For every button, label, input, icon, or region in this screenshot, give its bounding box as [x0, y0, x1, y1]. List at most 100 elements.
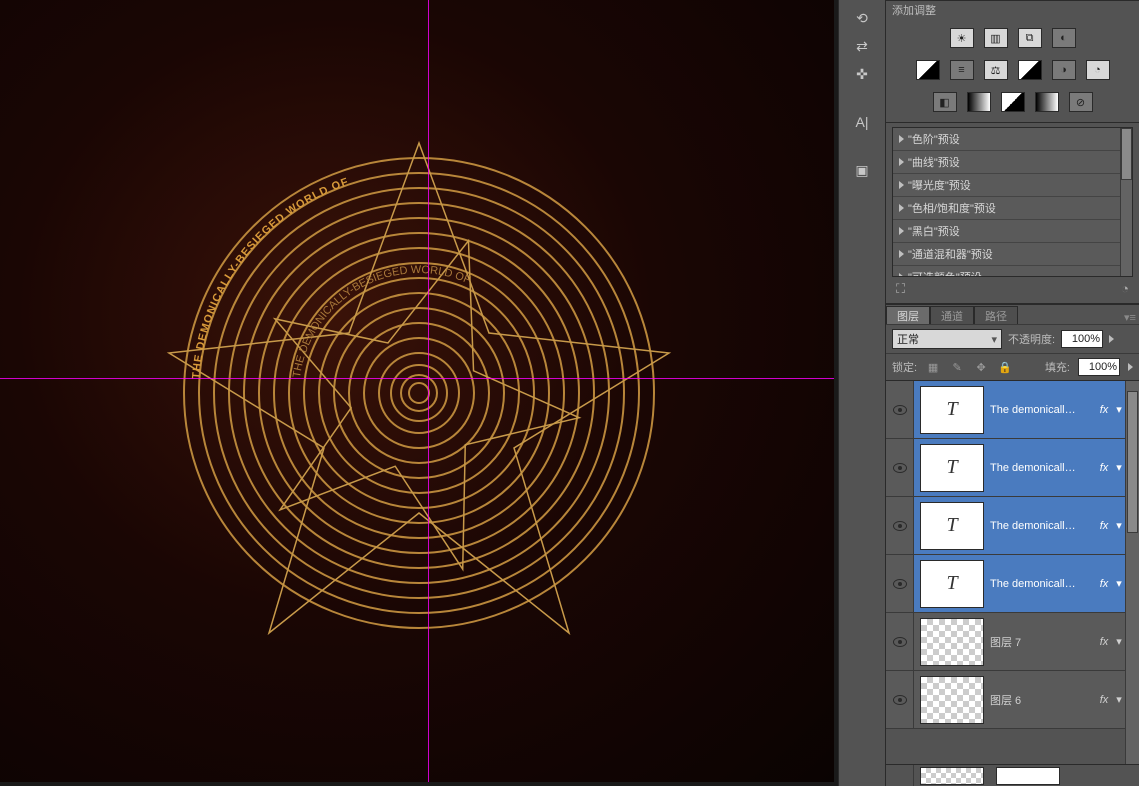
- layer-thumbnail[interactable]: T: [920, 560, 984, 608]
- adjustment-presets: "色阶"预设 "曲线"预设"曝光度"预设"色相/饱和度"预设 "黑白"预设 "通道混和…: [892, 127, 1133, 277]
- guide-horizontal[interactable]: [0, 378, 838, 379]
- preset-label: "通道混和器"预设: [908, 246, 993, 262]
- gradient-map-icon[interactable]: [1035, 92, 1059, 112]
- layer-thumbnail[interactable]: [920, 618, 984, 666]
- lock-all-icon[interactable]: 🔒: [997, 359, 1013, 375]
- partial-thumb-2: [996, 767, 1060, 785]
- clip-icon[interactable]: ◔: [1121, 281, 1129, 297]
- layer-visibility-toggle[interactable]: [886, 439, 914, 496]
- layer-row[interactable]: 图层 6fx▾: [886, 671, 1125, 729]
- fill-slider-icon[interactable]: [1128, 363, 1133, 371]
- hue-saturation-icon[interactable]: ≡: [950, 60, 974, 80]
- svg-text:THE DEMONICALLY-BESIEGED WORLD: THE DEMONICALLY-BESIEGED WORLD OF: [190, 176, 350, 380]
- layer-visibility-toggle[interactable]: [886, 381, 914, 438]
- layer-effects-icon[interactable]: fx: [1095, 520, 1113, 532]
- levels-icon[interactable]: ▥: [984, 28, 1008, 48]
- adjustments-footer: ⛶ ◔: [886, 277, 1139, 304]
- layer-row[interactable]: T The demonicall…fx▾: [886, 381, 1125, 439]
- photo-filter-icon[interactable]: ◑: [1052, 60, 1076, 80]
- canvas-scroll-v[interactable]: [834, 0, 838, 786]
- opacity-slider-icon[interactable]: [1109, 335, 1114, 343]
- layer-effects-icon[interactable]: fx: [1095, 694, 1113, 706]
- preset-item-0[interactable]: "色阶"预设: [893, 128, 1120, 151]
- layers-scrollbar[interactable]: [1125, 381, 1139, 764]
- layer-name[interactable]: 图层 6: [990, 692, 1095, 708]
- blend-mode-select[interactable]: 正常: [892, 329, 1002, 349]
- color-balance-icon[interactable]: ⚖: [984, 60, 1008, 80]
- layer-expand-icon[interactable]: ▾: [1113, 577, 1125, 590]
- adjustments-title: 添加调整: [892, 2, 936, 18]
- layer-visibility-toggle[interactable]: [886, 671, 914, 728]
- fill-input[interactable]: [1078, 358, 1120, 376]
- actions-icon[interactable]: ⇄: [846, 32, 878, 60]
- preset-label: "黑白"预设: [908, 223, 960, 239]
- preset-item-4[interactable]: "黑白"预设: [893, 220, 1120, 243]
- lock-position-icon[interactable]: ✥: [973, 359, 989, 375]
- expand-icon[interactable]: ⛶: [896, 281, 905, 297]
- preset-item-6[interactable]: "可选颜色"预设: [893, 266, 1120, 277]
- layer-expand-icon[interactable]: ▾: [1113, 635, 1125, 648]
- layer-row[interactable]: T The demonicall…fx▾: [886, 439, 1125, 497]
- layer-visibility-toggle[interactable]: [886, 613, 914, 670]
- eye-icon: [893, 579, 907, 589]
- layer-visibility-toggle[interactable]: [886, 555, 914, 612]
- preset-item-5[interactable]: "通道混和器"预设: [893, 243, 1120, 266]
- expand-triangle-icon: [899, 135, 904, 143]
- preset-label: "色阶"预设: [908, 131, 960, 147]
- history-icon[interactable]: ⟲: [846, 4, 878, 32]
- preset-item-2[interactable]: "曝光度"预设: [893, 174, 1120, 197]
- lock-transparency-icon[interactable]: ▦: [925, 359, 941, 375]
- layer-name[interactable]: The demonicall…: [990, 578, 1095, 590]
- brightness-contrast-icon[interactable]: ☀: [950, 28, 974, 48]
- layer-expand-icon[interactable]: ▾: [1113, 461, 1125, 474]
- invert-icon[interactable]: ◧: [933, 92, 957, 112]
- panel-menu-icon[interactable]: ▾≡: [1121, 311, 1139, 324]
- layer-thumbnail[interactable]: T: [920, 502, 984, 550]
- layer-visibility-toggle[interactable]: [886, 497, 914, 554]
- layer-name[interactable]: The demonicall…: [990, 462, 1095, 474]
- layer-name[interactable]: The demonicall…: [990, 520, 1095, 532]
- layers-tabs: 图层 通道 路径 ▾≡: [886, 304, 1139, 324]
- layer-effects-icon[interactable]: fx: [1095, 462, 1113, 474]
- tab-channels[interactable]: 通道: [930, 306, 974, 324]
- preset-item-1[interactable]: "曲线"预设: [893, 151, 1120, 174]
- layer-expand-icon[interactable]: ▾: [1113, 403, 1125, 416]
- black-white-icon[interactable]: [1018, 60, 1042, 80]
- lock-fill-row: 锁定: ▦ ✎ ✥ 🔒 填充:: [886, 353, 1139, 380]
- layer-row[interactable]: 图层 7fx▾: [886, 613, 1125, 671]
- layer-effects-icon[interactable]: fx: [1095, 404, 1113, 416]
- opacity-input[interactable]: [1061, 330, 1103, 348]
- tab-layers[interactable]: 图层: [886, 306, 930, 324]
- canvas-scroll-h[interactable]: [0, 782, 838, 786]
- guide-vertical[interactable]: [428, 0, 429, 786]
- layer-row[interactable]: T The demonicall…fx▾: [886, 555, 1125, 613]
- layer-name[interactable]: The demonicall…: [990, 404, 1095, 416]
- channel-mixer-icon[interactable]: ◔: [1086, 60, 1110, 80]
- tab-paths[interactable]: 路径: [974, 306, 1018, 324]
- character-icon[interactable]: A|: [846, 108, 878, 136]
- curves-icon[interactable]: ⧉: [1018, 28, 1042, 48]
- layer-effects-icon[interactable]: fx: [1095, 578, 1113, 590]
- threshold-icon[interactable]: [1001, 92, 1025, 112]
- presets-scrollbar[interactable]: [1120, 128, 1132, 276]
- layer-expand-icon[interactable]: ▾: [1113, 693, 1125, 706]
- adjustment-buttons: ☀ ▥ ⧉ ◐ ≡ ⚖ ◑ ◔ ◧ ⊘: [886, 18, 1139, 123]
- arc-text-inner: THE DEMONICALLY-BESIEGED WORLD OF: [291, 264, 472, 379]
- lock-pixels-icon[interactable]: ✎: [949, 359, 965, 375]
- layer-thumbnail[interactable]: T: [920, 386, 984, 434]
- layer-thumbnail[interactable]: [920, 676, 984, 724]
- posterize-icon[interactable]: [967, 92, 991, 112]
- navigator-icon[interactable]: ▣: [846, 156, 878, 184]
- layer-expand-icon[interactable]: ▾: [1113, 519, 1125, 532]
- arc-text-main: THE DEMONICALLY-BESIEGED WORLD OF: [190, 176, 350, 380]
- layer-row[interactable]: T The demonicall…fx▾: [886, 497, 1125, 555]
- vibrance-icon[interactable]: [916, 60, 940, 80]
- preset-item-3[interactable]: "色相/饱和度"预设: [893, 197, 1120, 220]
- layer-name[interactable]: 图层 7: [990, 634, 1095, 650]
- layer-thumbnail[interactable]: T: [920, 444, 984, 492]
- layer-effects-icon[interactable]: fx: [1095, 636, 1113, 648]
- selective-color-icon[interactable]: ⊘: [1069, 92, 1093, 112]
- tool-presets-icon[interactable]: ✜: [846, 60, 878, 88]
- canvas[interactable]: THE DEMONICALLY-BESIEGED WORLD OF THE DE…: [0, 0, 838, 786]
- exposure-icon[interactable]: ◐: [1052, 28, 1076, 48]
